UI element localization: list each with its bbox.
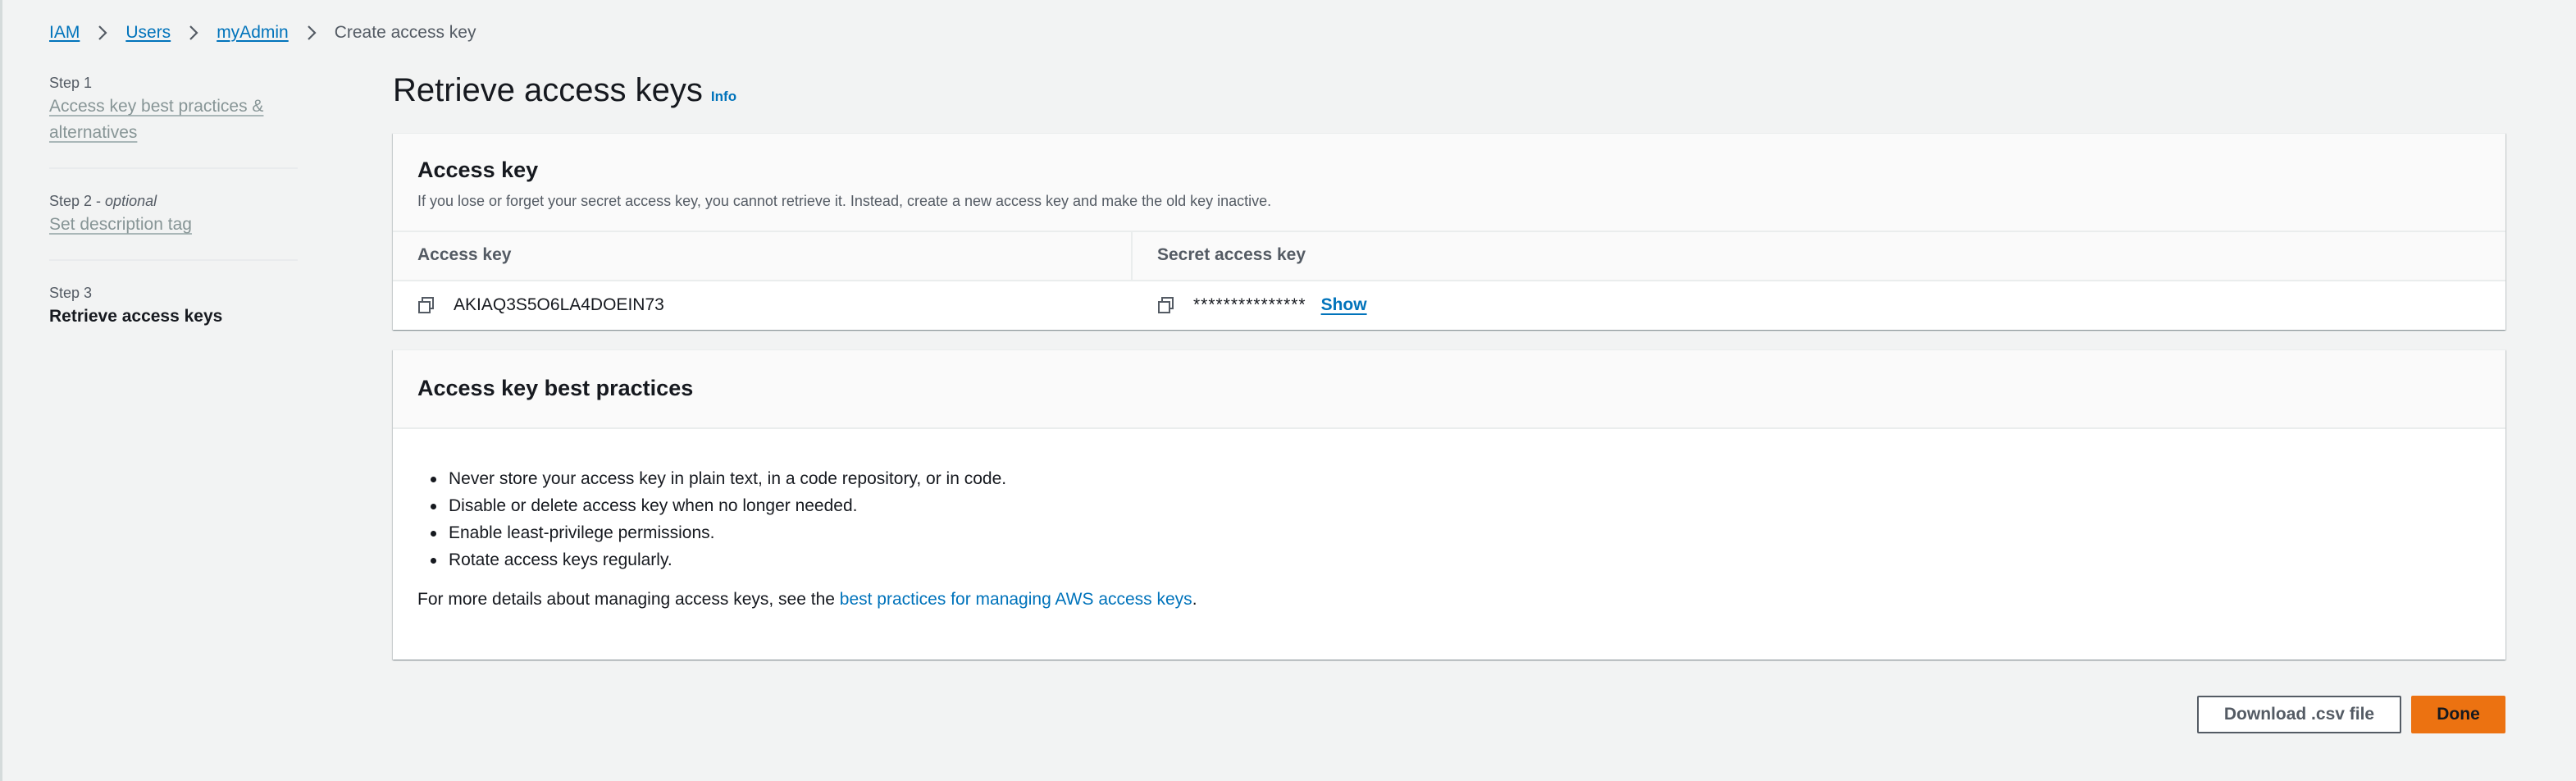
more-details-suffix: . <box>1192 590 1197 609</box>
keys-table-header: Access key Secret access key <box>393 232 2505 281</box>
info-link[interactable]: Info <box>711 89 736 105</box>
list-item: Never store your access key in plain tex… <box>431 465 2481 492</box>
secret-access-key-cell: *************** Show <box>1133 295 2505 315</box>
breadcrumb-iam-link[interactable]: IAM <box>49 23 80 43</box>
breadcrumb-users-link[interactable]: Users <box>125 23 171 43</box>
wizard-step-3: Step 3 Retrieve access keys <box>49 282 298 351</box>
copy-icon[interactable] <box>417 296 435 314</box>
column-header-access-key: Access key <box>393 232 1133 280</box>
best-practices-card-header: Access key best practices <box>393 350 2505 429</box>
list-item: Disable or delete access key when no lon… <box>431 492 2481 519</box>
access-key-card: Access key If you lose or forget your se… <box>393 133 2505 330</box>
main-content: Retrieve access keys Info Access key If … <box>393 72 2505 660</box>
step-current-title: Retrieve access keys <box>49 307 223 326</box>
download-csv-button[interactable]: Download .csv file <box>2197 696 2401 733</box>
form-actions: Download .csv file Done <box>2197 696 2505 733</box>
more-details-prefix: For more details about managing access k… <box>417 590 840 609</box>
best-practices-card: Access key best practices Never store yo… <box>393 349 2505 660</box>
list-item: Rotate access keys regularly. <box>431 546 2481 573</box>
step-number-label: Step 2 - <box>49 193 106 209</box>
step-number: Step 1 <box>49 75 93 91</box>
wizard-steps: Step 1 Access key best practices & alter… <box>49 72 298 372</box>
best-practices-link[interactable]: best practices for managing AWS access k… <box>840 590 1192 609</box>
show-secret-link[interactable]: Show <box>1321 295 1367 315</box>
chevron-right-icon <box>189 25 198 41</box>
best-practices-card-body: Never store your access key in plain tex… <box>393 429 2505 610</box>
step-link-description-tag[interactable]: Set description tag <box>49 212 298 238</box>
page-header: Retrieve access keys Info <box>393 72 2505 120</box>
more-details-text: For more details about managing access k… <box>417 590 2481 610</box>
step-optional-label: optional <box>105 193 157 209</box>
chevron-right-icon <box>98 25 107 41</box>
best-practices-list: Never store your access key in plain tex… <box>417 465 2481 573</box>
chevron-right-icon <box>307 25 317 41</box>
breadcrumb: IAM Users myAdmin Create access key <box>49 23 476 43</box>
wizard-step-2: Step 2 - optional Set description tag <box>49 190 298 261</box>
step-number: Step 3 <box>49 285 93 301</box>
access-key-card-header: Access key If you lose or forget your se… <box>393 134 2505 232</box>
list-item: Enable least-privilege permissions. <box>431 519 2481 546</box>
breadcrumb-current: Create access key <box>334 23 476 42</box>
step-number: Step 2 - optional <box>49 190 298 212</box>
access-key-card-description: If you lose or forget your secret access… <box>417 193 1272 209</box>
step-link-best-practices[interactable]: Access key best practices & alternatives <box>49 94 298 146</box>
access-key-card-title: Access key <box>417 158 539 182</box>
column-header-secret-access-key: Secret access key <box>1157 245 1306 264</box>
copy-icon[interactable] <box>1157 296 1175 314</box>
best-practices-card-title: Access key best practices <box>417 376 694 400</box>
wizard-step-1: Step 1 Access key best practices & alter… <box>49 72 298 169</box>
done-button[interactable]: Done <box>2411 696 2505 733</box>
secret-access-key-masked: *************** <box>1193 295 1306 314</box>
access-key-value: AKIAQ3S5O6LA4DOEIN73 <box>454 295 664 314</box>
access-key-cell: AKIAQ3S5O6LA4DOEIN73 <box>393 295 1133 315</box>
table-row: AKIAQ3S5O6LA4DOEIN73 *************** Sho… <box>393 281 2505 329</box>
page-left-border <box>0 0 2 781</box>
breadcrumb-myadmin-link[interactable]: myAdmin <box>217 23 289 43</box>
page-title: Retrieve access keys <box>393 72 703 108</box>
